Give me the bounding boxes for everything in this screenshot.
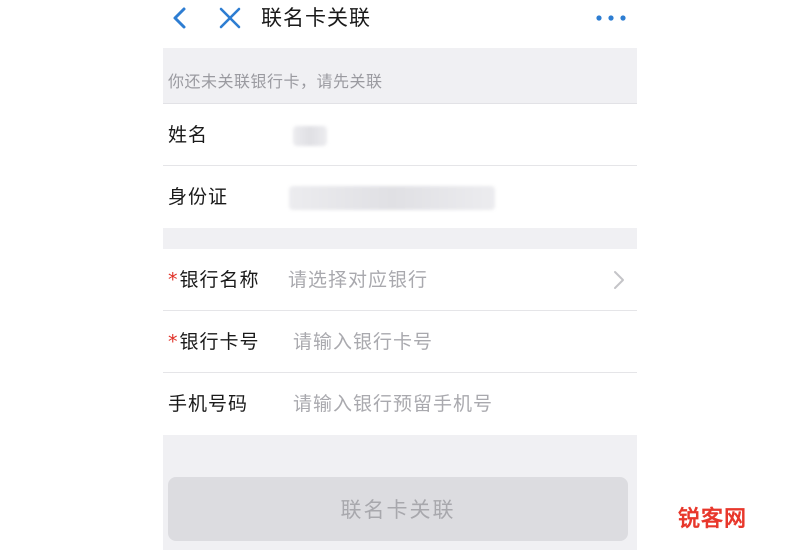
phone-screen: 联名卡关联 你还未关联银行卡，请先关联 姓名 身份证 *银行名称 请选择对应银行… (163, 0, 637, 550)
phone-input[interactable] (293, 373, 613, 435)
page-title: 联名卡关联 (261, 6, 371, 30)
bank-name-label-text: 银行名称 (179, 269, 260, 291)
bank-name-label: *银行名称 (168, 249, 260, 311)
identity-group: 姓名 身份证 (163, 104, 637, 228)
id-label: 身份证 (168, 186, 229, 208)
chevron-right-icon (614, 271, 624, 289)
id-row: 身份证 (163, 166, 637, 228)
phone-label: 手机号码 (168, 393, 249, 415)
close-button[interactable] (215, 2, 245, 34)
chevron-left-icon (173, 7, 186, 29)
notice-text: 你还未关联银行卡，请先关联 (168, 72, 383, 91)
back-button[interactable] (165, 2, 193, 34)
card-number-label-text: 银行卡号 (179, 331, 260, 353)
id-value-redacted (289, 186, 495, 210)
notice-banner: 你还未关联银行卡，请先关联 (163, 48, 637, 104)
site-watermark: 锐客网 (678, 507, 748, 532)
card-number-label: *银行卡号 (168, 311, 260, 373)
required-mark: * (168, 269, 179, 291)
more-button[interactable] (591, 2, 631, 34)
name-value-redacted (293, 126, 327, 146)
bank-name-row[interactable]: *银行名称 请选择对应银行 (163, 249, 637, 311)
more-icon (596, 15, 626, 21)
bank-form-group: *银行名称 请选择对应银行 *银行卡号 手机号码 (163, 249, 637, 435)
card-number-row: *银行卡号 (163, 311, 637, 373)
name-row: 姓名 (163, 104, 637, 166)
screenshot-stage: 联名卡关联 你还未关联银行卡，请先关联 姓名 身份证 *银行名称 请选择对应银行… (0, 0, 800, 550)
close-icon (219, 7, 241, 29)
phone-row: 手机号码 (163, 373, 637, 435)
bank-name-select[interactable]: 请选择对应银行 (288, 249, 428, 311)
link-card-submit-button[interactable]: 联名卡关联 (168, 477, 628, 541)
navigation-bar: 联名卡关联 (163, 0, 637, 48)
card-number-input[interactable] (293, 311, 613, 373)
required-mark: * (168, 331, 179, 353)
name-label: 姓名 (168, 124, 209, 146)
